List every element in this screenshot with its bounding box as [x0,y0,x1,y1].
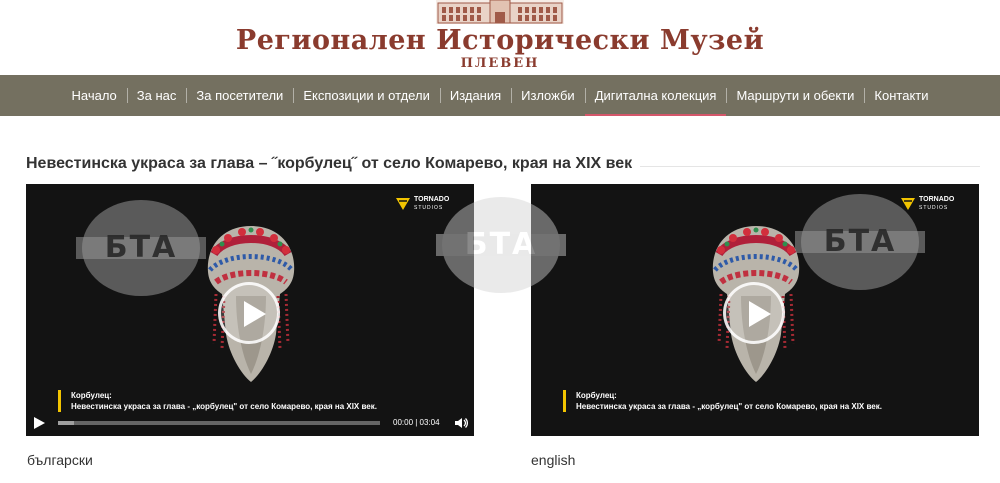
bta-watermark-icon: БТА [436,197,566,293]
nav-item-contacts[interactable]: Контакти [864,75,938,116]
nav-item-routes[interactable]: Маршрути и обекти [726,75,864,116]
nav-item-about[interactable]: За нас [126,75,187,116]
volume-icon[interactable] [454,416,468,430]
bta-watermark-icon: БТА [76,200,206,296]
tornado-icon [396,198,410,210]
nav-item-expositions[interactable]: Експозиции и отдели [293,75,440,116]
tornado-icon [901,198,915,210]
nav-item-exhibitions[interactable]: Изложби [511,75,585,116]
play-overlay-button[interactable] [218,282,280,344]
nav-item-home[interactable]: Начало [61,75,126,116]
video-language-label: english [531,452,576,468]
main-nav: Начало За нас За посетители Експозиции и… [0,75,1000,116]
video-language-label: български [27,452,93,468]
site-header: Регионален Исторически Музей ПЛЕВЕН [0,0,1000,75]
video-caption: Корбулец: Невестинска украса за глава - … [58,390,377,412]
video-player-english[interactable]: БТА TORNADO STUDIOS Корбулец: Невестинска… [531,184,979,436]
museum-title[interactable]: Регионален Исторически Музей [0,24,1000,58]
video-caption: Корбулец: Невестинска украса за глава - … [563,390,882,412]
nav-item-digital-collection[interactable]: Дигитална колекция [584,75,727,116]
museum-building-icon[interactable] [436,0,564,24]
page-title: Невестинска украса за глава – ˝корбулец˝… [26,154,726,174]
nav-item-visitors[interactable]: За посетители [186,75,293,116]
time-display: 00:00 | 03:04 [393,418,440,427]
video-controls: 00:00 | 03:04 [26,410,474,436]
play-overlay-button[interactable] [723,282,785,344]
play-icon[interactable] [34,417,45,429]
tornado-studios-logo: TORNADO STUDIOS [901,196,954,212]
progress-bar[interactable] [58,421,380,425]
nav-item-publications[interactable]: Издания [439,75,511,116]
museum-city: ПЛЕВЕН [460,56,540,71]
video-player-bulgarian[interactable]: БТА TORNADO STUDIOS Корбулец: Невестинска… [26,184,474,436]
